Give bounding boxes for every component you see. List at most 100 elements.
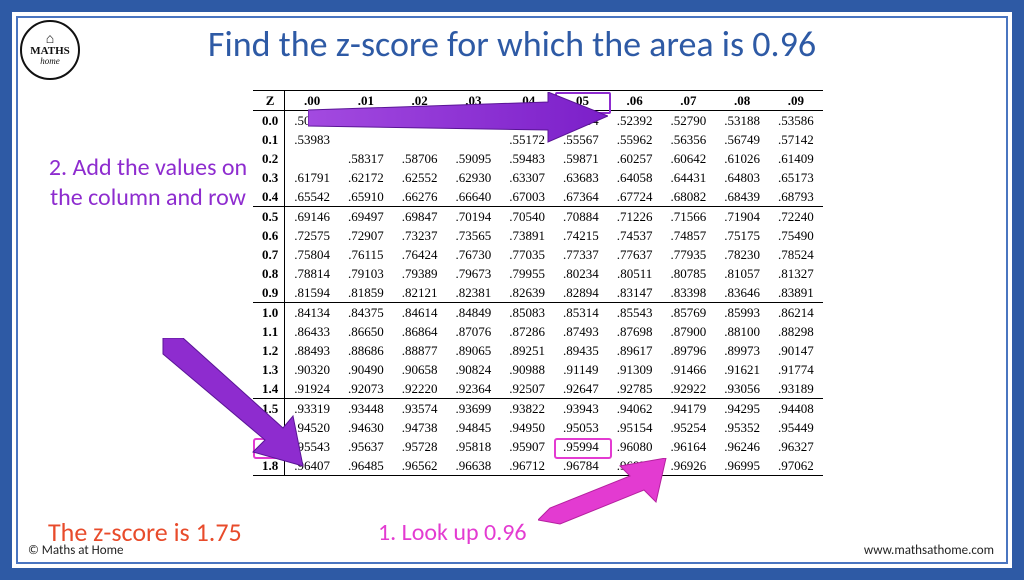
z-cell: .90490 [339,360,393,379]
row-header: 0.8 [253,264,285,283]
z-cell: .58317 [339,149,393,168]
row-header: 1.0 [253,303,285,323]
z-cell: .78524 [769,245,823,264]
col-header: .06 [608,91,662,111]
z-cell: .74537 [608,226,662,245]
z-cell: .91309 [608,360,662,379]
z-cell: .94062 [608,399,662,419]
z-cell: .75490 [769,226,823,245]
z-cell: .65910 [339,187,393,207]
z-cell: .96638 [447,456,501,476]
col-header: .04 [500,91,554,111]
z-cell: .78814 [285,264,339,283]
z-cell: .64058 [608,168,662,187]
row-header: 1.5 [253,399,285,419]
z-cell: .70540 [500,207,554,227]
z-cell: .96164 [662,437,716,456]
z-cell: .74857 [662,226,716,245]
z-cell: .74215 [554,226,608,245]
z-cell: .82639 [500,283,554,303]
z-cell: .94738 [393,418,447,437]
z-cell: .79103 [339,264,393,283]
slide-title: Find the z-score for which the area is 0… [18,22,1006,66]
z-cell [500,111,554,131]
z-cell: .87900 [662,322,716,341]
z-cell: .83646 [715,283,769,303]
col-header: .01 [339,91,393,111]
row-header: 0.9 [253,283,285,303]
z-cell: .68793 [769,187,823,207]
z-cell: .71226 [608,207,662,227]
col-header: .02 [393,91,447,111]
z-cell: .67003 [500,187,554,207]
z-cell: .63307 [500,168,554,187]
z-cell: .67364 [554,187,608,207]
z-cell: .75804 [285,245,339,264]
z-cell: .79955 [500,264,554,283]
z-cell: .72907 [339,226,393,245]
z-cell: .89065 [447,341,501,360]
z-cell: .63683 [554,168,608,187]
z-cell: .77337 [554,245,608,264]
z-cell: .95543 [285,437,339,456]
z-cell: .94295 [715,399,769,419]
z-cell: .95728 [393,437,447,456]
z-cell: .72575 [285,226,339,245]
z-cell: .83398 [662,283,716,303]
z-cell: .92785 [608,379,662,399]
z-cell: .60257 [608,149,662,168]
z-cell: .93822 [500,399,554,419]
z-cell: .96246 [715,437,769,456]
col-header: .05 [554,91,608,111]
z-cell: .76730 [447,245,501,264]
z-cell: .56356 [662,130,716,149]
z-cell: .73565 [447,226,501,245]
z-cell: .93056 [715,379,769,399]
z-cell: .96712 [500,456,554,476]
col-header: .09 [769,91,823,111]
z-cell: .91149 [554,360,608,379]
z-cell: .59871 [554,149,608,168]
z-cell: .68082 [662,187,716,207]
z-cell: .92647 [554,379,608,399]
row-header: 0.7 [253,245,285,264]
z-cell: .61409 [769,149,823,168]
z-cell: .93319 [285,399,339,419]
z-cell: .92507 [500,379,554,399]
slide-frame: ⌂ MATHS home Find the z-score for which … [0,0,1024,580]
z-cell [447,111,501,131]
z-cell: .91621 [715,360,769,379]
z-cell: .92922 [662,379,716,399]
z-cell: .84375 [339,303,393,323]
col-header: .03 [447,91,501,111]
z-cell: .61791 [285,168,339,187]
z-cell: .85993 [715,303,769,323]
z-cell: .61026 [715,149,769,168]
z-cell: .94520 [285,418,339,437]
z-cell: .94845 [447,418,501,437]
row-header: 0.1 [253,130,285,149]
z-cell: .83891 [769,283,823,303]
z-cell: .95907 [500,437,554,456]
z-cell: .86214 [769,303,823,323]
z-cell: .94950 [500,418,554,437]
z-cell: .96080 [608,437,662,456]
z-cell: .95818 [447,437,501,456]
z-cell: .77637 [608,245,662,264]
z-cell: .68439 [715,187,769,207]
z-cell: .69847 [393,207,447,227]
row-header: 1.4 [253,379,285,399]
z-cell: .90320 [285,360,339,379]
z-cell: .96856 [608,456,662,476]
z-cell: .80234 [554,264,608,283]
z-cell: .91774 [769,360,823,379]
col-header: .07 [662,91,716,111]
z-cell: .93574 [393,399,447,419]
z-cell: .89617 [608,341,662,360]
col-header: .00 [285,91,339,111]
z-cell: .55172 [500,130,554,149]
z-cell: .70884 [554,207,608,227]
slide-inner: ⌂ MATHS home Find the z-score for which … [16,16,1008,564]
z-cell: .91924 [285,379,339,399]
z-cell: .73237 [393,226,447,245]
